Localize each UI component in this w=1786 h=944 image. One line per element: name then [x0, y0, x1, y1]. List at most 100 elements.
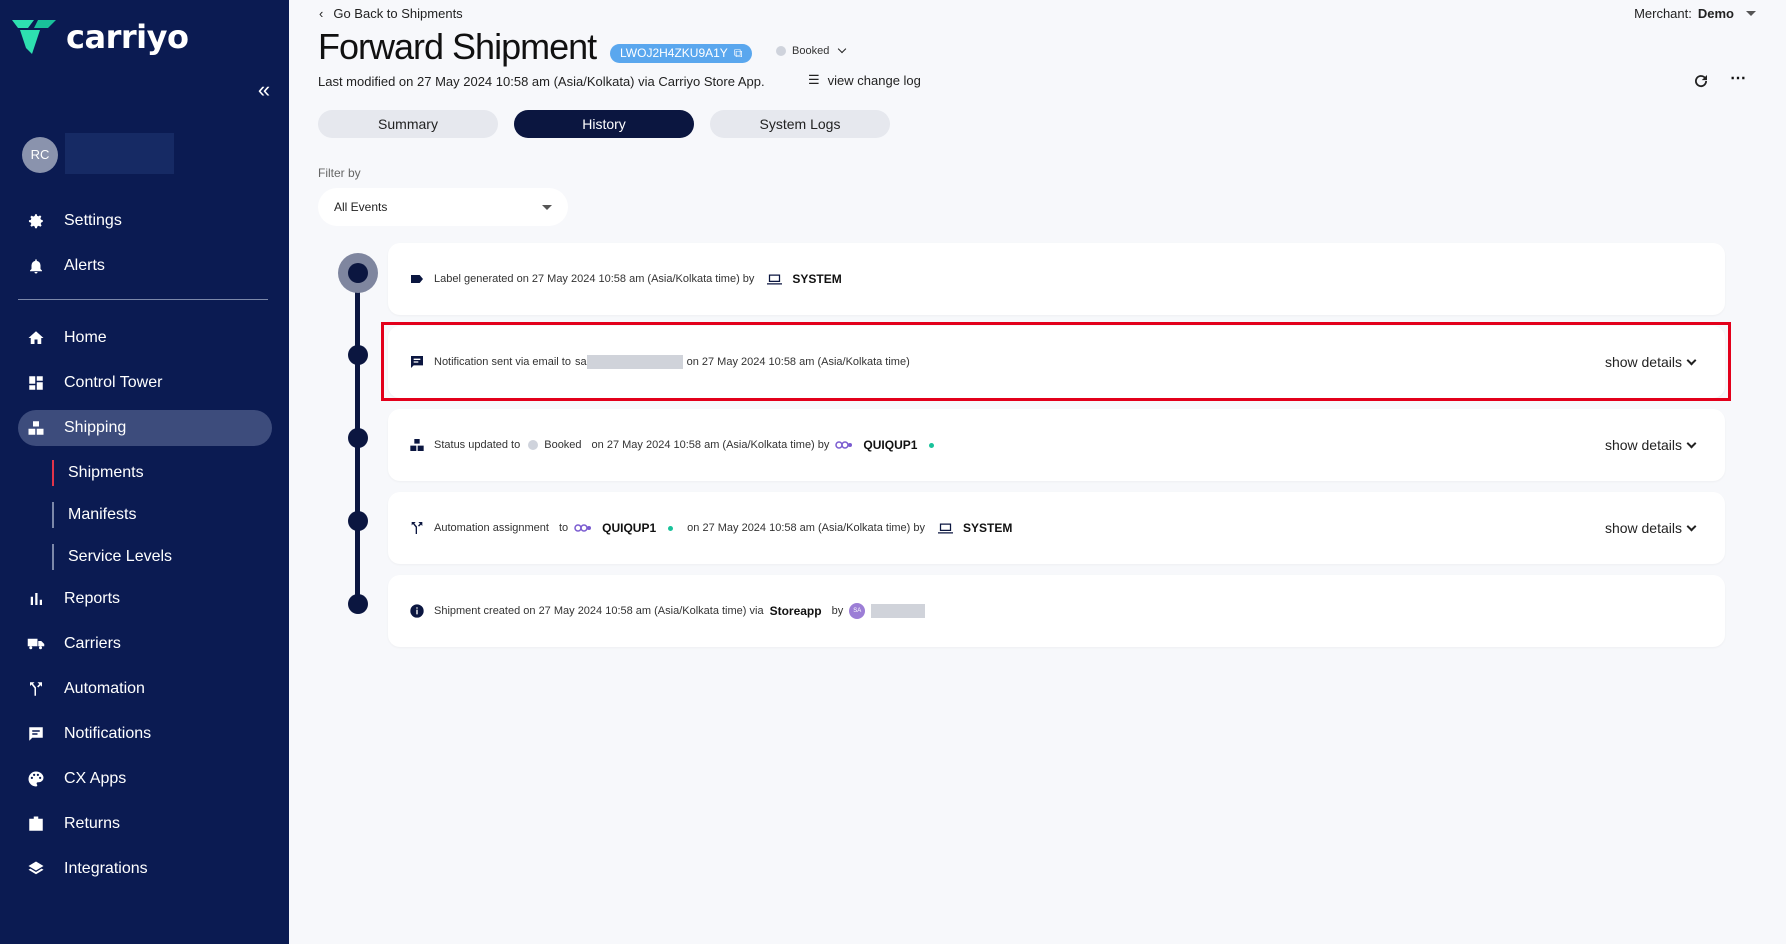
- tab-label: Summary: [378, 116, 438, 132]
- chevron-left-icon: ‹: [319, 6, 324, 21]
- page-title: Forward Shipment: [318, 26, 597, 67]
- user-avatar[interactable]: RC: [22, 137, 58, 173]
- event-source: Storeapp: [769, 604, 822, 618]
- home-icon: [26, 328, 46, 348]
- palette-icon: [26, 769, 46, 789]
- event-card-shipment-created: Shipment created on 27 May 2024 10:58 am…: [388, 575, 1725, 647]
- tracking-id: LWOJ2H4ZKU9A1Y: [620, 46, 728, 60]
- carriyo-logo-icon: [12, 20, 56, 54]
- sidebar-subitem-label: Service Levels: [68, 548, 173, 565]
- user-name-redacted: [65, 133, 174, 174]
- event-card-automation-assignment: Automation assignment to QUIQUP1 on 27 M…: [388, 492, 1725, 564]
- more-options-icon[interactable]: ⋯: [1730, 71, 1750, 90]
- show-details-button[interactable]: show details: [1604, 437, 1697, 453]
- carriyo-logo[interactable]: carriyo: [12, 18, 189, 56]
- sidebar-item-label: Settings: [64, 212, 122, 229]
- sidebar-item-shipping[interactable]: Shipping: [18, 410, 272, 446]
- event-text-mid: on 27 May 2024 10:58 am (Asia/Kolkata ti…: [687, 522, 926, 534]
- return-box-icon: [26, 814, 46, 834]
- sidebar-item-label: Carriers: [64, 635, 121, 652]
- event-to: to: [558, 522, 569, 534]
- sidebar-item-automation[interactable]: Automation: [18, 671, 272, 707]
- sidebar: carriyo « RC Settings Alerts Home Contro…: [0, 0, 289, 944]
- status-dropdown[interactable]: Booked: [776, 44, 847, 57]
- user-avatar: SA: [849, 603, 866, 619]
- tracking-id-badge[interactable]: LWOJ2H4ZKU9A1Y ⧉: [610, 44, 753, 63]
- list-icon: ☰: [808, 72, 820, 87]
- view-change-log-link[interactable]: ☰ view change log: [808, 72, 921, 88]
- sidebar-item-label: Reports: [64, 590, 121, 607]
- info-icon: [408, 602, 426, 620]
- event-text-prefix: Automation assignment: [434, 522, 549, 534]
- collapse-sidebar-icon[interactable]: «: [250, 76, 278, 104]
- truck-icon: [26, 634, 46, 654]
- event-filter-select[interactable]: All Events: [318, 188, 568, 226]
- refresh-icon[interactable]: [1692, 72, 1710, 90]
- show-details-button[interactable]: show details: [1604, 520, 1697, 536]
- timeline-dot: [348, 511, 368, 531]
- bell-icon: [26, 256, 46, 276]
- chevron-down-icon: [1686, 521, 1697, 531]
- sidebar-item-home[interactable]: Home: [18, 320, 272, 356]
- event-actor: SYSTEM: [963, 521, 1013, 535]
- label-tag-icon: [408, 270, 426, 288]
- tab-system-logs[interactable]: System Logs: [710, 110, 890, 138]
- sidebar-item-label: Integrations: [64, 860, 148, 877]
- show-details-label: show details: [1604, 520, 1682, 536]
- laptop-icon: [766, 272, 782, 286]
- last-modified-text: Last modified on 27 May 2024 10:58 am (A…: [318, 74, 765, 89]
- event-text: Label generated on 27 May 2024 10:58 am …: [434, 273, 755, 285]
- event-card-status-updated: Status updated to Booked on 27 May 2024 …: [388, 409, 1725, 481]
- copy-icon[interactable]: ⧉: [734, 44, 743, 63]
- active-status-dot: [929, 442, 935, 448]
- merchant-label: Merchant:: [1634, 6, 1692, 21]
- event-text-prefix: Status updated to: [434, 439, 521, 451]
- status-label: Booked: [792, 45, 830, 57]
- merchant-selector[interactable]: Merchant: Demo: [1634, 6, 1756, 21]
- sidebar-subitem-service-levels[interactable]: Service Levels: [52, 544, 172, 570]
- sidebar-item-carriers[interactable]: Carriers: [18, 626, 272, 662]
- sidebar-item-returns[interactable]: Returns: [18, 806, 272, 842]
- sidebar-item-reports[interactable]: Reports: [18, 581, 272, 617]
- change-log-label: view change log: [827, 72, 921, 88]
- event-carrier: QUIQUP1: [863, 438, 918, 452]
- sidebar-item-integrations[interactable]: Integrations: [18, 851, 272, 887]
- sidebar-item-label: Home: [64, 329, 107, 346]
- quiqup-logo-icon: [835, 441, 853, 449]
- event-text-mid: on 27 May 2024 10:58 am (Asia/Kolkata ti…: [591, 439, 830, 451]
- back-link-label: Go Back to Shipments: [333, 6, 463, 21]
- quiqup-logo-icon: [574, 524, 592, 532]
- sidebar-item-control-tower[interactable]: Control Tower: [18, 365, 272, 401]
- sidebar-subitem-manifests[interactable]: Manifests: [52, 502, 136, 528]
- filter-label: Filter by: [318, 166, 361, 180]
- event-by: by: [831, 605, 844, 617]
- laptop-icon: [937, 521, 953, 535]
- tab-history[interactable]: History: [514, 110, 694, 138]
- sidebar-subitem-shipments[interactable]: Shipments: [52, 460, 144, 486]
- tab-label: System Logs: [759, 116, 841, 132]
- back-to-shipments-link[interactable]: ‹ Go Back to Shipments: [319, 6, 463, 21]
- brand-name: carriyo: [66, 18, 189, 56]
- sidebar-item-alerts[interactable]: Alerts: [18, 248, 272, 284]
- sidebar-item-label: Alerts: [64, 257, 105, 274]
- show-details-label: show details: [1604, 437, 1682, 453]
- sidebar-item-settings[interactable]: Settings: [18, 203, 272, 239]
- timeline-dot: [348, 594, 368, 614]
- gear-icon: [26, 211, 46, 231]
- chevron-down-icon: [838, 44, 847, 54]
- chevron-down-icon: [1686, 438, 1697, 448]
- bar-chart-icon: [26, 589, 46, 609]
- event-carrier: QUIQUP1: [602, 521, 657, 535]
- status-dot: [528, 440, 539, 450]
- timeline-dot: [348, 428, 368, 448]
- tab-summary[interactable]: Summary: [318, 110, 498, 138]
- event-text-prefix: Shipment created on 27 May 2024 10:58 am…: [434, 605, 764, 617]
- sidebar-item-notifications[interactable]: Notifications: [18, 716, 272, 752]
- sidebar-item-label: Control Tower: [64, 374, 163, 391]
- sidebar-subitem-label: Manifests: [68, 506, 137, 523]
- sidebar-item-cx-apps[interactable]: CX Apps: [18, 761, 272, 797]
- sidebar-item-label: Automation: [64, 680, 145, 697]
- boxes-icon: [26, 418, 46, 438]
- dashboard-icon: [26, 373, 46, 393]
- caret-down-icon: [542, 204, 552, 210]
